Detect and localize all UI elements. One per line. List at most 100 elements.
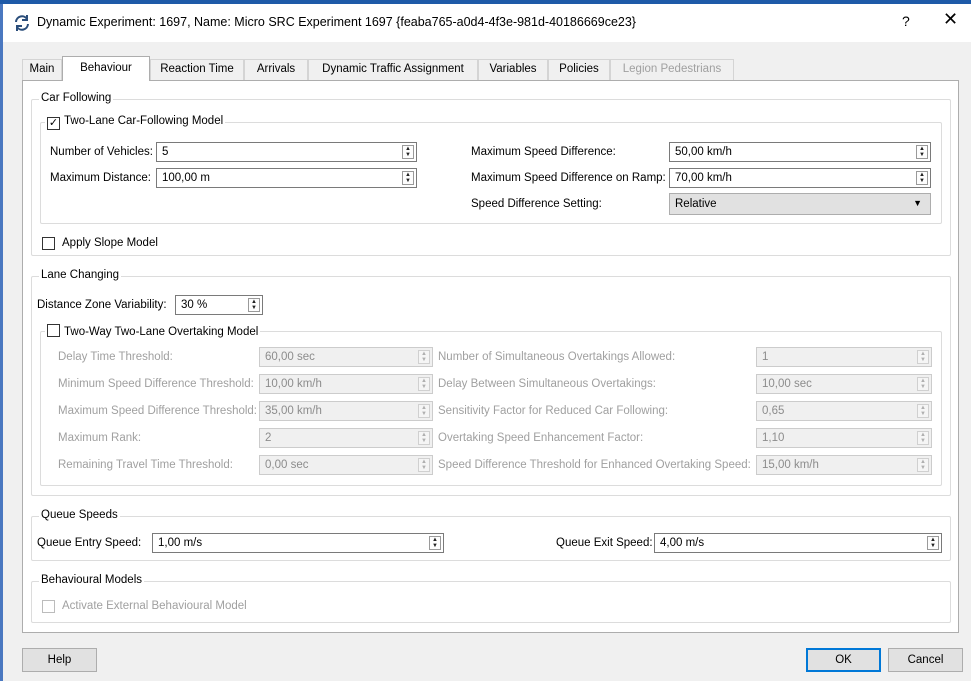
activate-external-model-label: Activate External Behavioural Model [62, 600, 247, 612]
max-distance-value: 100,00 m [162, 172, 210, 184]
overtaking-model-label: Two-Way Two-Lane Overtaking Model [64, 326, 259, 338]
max-speed-diff-ramp-value: 70,00 km/h [675, 172, 732, 184]
tab-reaction-time[interactable]: Reaction Time [150, 59, 244, 80]
tab-legion-pedestrians[interactable]: Legion Pedestrians [610, 59, 734, 80]
num-vehicles-spinbox[interactable]: 5 ▲ ▼ [156, 142, 417, 162]
spin-arrows-icon[interactable]: ▲ ▼ [418, 377, 430, 391]
num-vehicles-value: 5 [162, 146, 169, 158]
max-rank-spinbox[interactable]: 2 ▲ ▼ [259, 428, 433, 448]
spin-arrows-icon[interactable]: ▲ ▼ [916, 171, 928, 185]
distance-zone-variability-value: 30 % [181, 299, 208, 311]
spin-arrows-icon[interactable]: ▲ ▼ [917, 350, 929, 364]
lane-changing-title: Lane Changing [39, 269, 122, 281]
tab-main[interactable]: Main [22, 59, 62, 80]
window-left-border [0, 4, 3, 681]
spin-arrows-icon[interactable]: ▲ ▼ [917, 377, 929, 391]
two-lane-model-group: ✓ Two-Lane Car-Following Model Number of … [40, 115, 942, 224]
speed-diff-setting-label: Speed Difference Setting: [471, 198, 602, 210]
help-question-button[interactable]: ? [902, 13, 910, 29]
distance-zone-variability-label: Distance Zone Variability: [37, 299, 167, 311]
queue-speeds-group: Queue Speeds Queue Entry Speed: 1,00 m/s… [31, 509, 951, 561]
max-distance-label: Maximum Distance: [50, 172, 151, 184]
queue-speeds-title: Queue Speeds [39, 509, 120, 521]
spin-arrows-icon[interactable]: ▲ ▼ [402, 145, 414, 159]
tab-dynamic-traffic-assignment[interactable]: Dynamic Traffic Assignment [308, 59, 478, 80]
overtaking-model-group: Two-Way Two-Lane Overtaking Model Delay … [40, 324, 942, 486]
window-title: Dynamic Experiment: 1697, Name: Micro SR… [37, 15, 636, 29]
delay-time-threshold-value: 60,00 sec [265, 351, 315, 363]
activate-external-model-checkbox[interactable] [42, 600, 55, 613]
max-speed-diff-ramp-label: Maximum Speed Difference on Ramp: [471, 172, 666, 184]
delay-between-overtakings-spinbox[interactable]: 10,00 sec ▲ ▼ [756, 374, 932, 394]
spin-arrows-icon[interactable]: ▲ ▼ [927, 536, 939, 550]
remaining-travel-time-spinbox[interactable]: 0,00 sec ▲ ▼ [259, 455, 433, 475]
close-window-button[interactable]: ✕ [943, 10, 958, 28]
ok-button[interactable]: OK [806, 648, 881, 672]
behavioural-models-title: Behavioural Models [39, 574, 145, 586]
two-lane-model-title: ✓ Two-Lane Car-Following Model [45, 115, 226, 130]
enhanced-overtaking-speed-threshold-value: 15,00 km/h [762, 459, 819, 471]
queue-entry-speed-label: Queue Entry Speed: [37, 537, 142, 549]
lane-changing-group: Lane Changing Distance Zone Variability:… [31, 269, 951, 496]
cancel-button[interactable]: Cancel [888, 648, 963, 672]
speed-diff-setting-dropdown[interactable]: Relative ▼ [669, 193, 931, 215]
simultaneous-overtakings-spinbox[interactable]: 1 ▲ ▼ [756, 347, 932, 367]
max-rank-value: 2 [265, 432, 272, 444]
max-speed-diff-ramp-spinbox[interactable]: 70,00 km/h ▲ ▼ [669, 168, 931, 188]
tab-behaviour[interactable]: Behaviour [62, 56, 150, 81]
speed-diff-setting-value: Relative [675, 198, 717, 210]
sensitivity-factor-label: Sensitivity Factor for Reduced Car Follo… [438, 405, 669, 417]
spin-arrows-icon[interactable]: ▲ ▼ [418, 404, 430, 418]
title-bar: Dynamic Experiment: 1697, Name: Micro SR… [3, 4, 971, 42]
car-following-title: Car Following [39, 92, 114, 104]
max-speed-diff-value: 50,00 km/h [675, 146, 732, 158]
spin-arrows-icon[interactable]: ▲ ▼ [917, 458, 929, 472]
queue-entry-speed-spinbox[interactable]: 1,00 m/s ▲ ▼ [152, 533, 444, 553]
overtaking-speed-enhancement-value: 1,10 [762, 432, 785, 444]
overtaking-speed-enhancement-spinbox[interactable]: 1,10 ▲ ▼ [756, 428, 932, 448]
max-speed-diff-threshold-spinbox[interactable]: 35,00 km/h ▲ ▼ [259, 401, 433, 421]
delay-time-threshold-spinbox[interactable]: 60,00 sec ▲ ▼ [259, 347, 433, 367]
two-lane-model-checkbox[interactable]: ✓ [47, 117, 60, 130]
max-distance-spinbox[interactable]: 100,00 m ▲ ▼ [156, 168, 417, 188]
max-speed-diff-threshold-label: Maximum Speed Difference Threshold: [58, 405, 258, 417]
spin-arrows-icon[interactable]: ▲ ▼ [429, 536, 441, 550]
simultaneous-overtakings-label: Number of Simultaneous Overtakings Allow… [438, 351, 676, 363]
tab-arrivals[interactable]: Arrivals [244, 59, 308, 80]
behavioural-models-group: Behavioural Models Activate External Beh… [31, 574, 951, 623]
help-button[interactable]: Help [22, 648, 97, 672]
car-following-group: Car Following ✓ Two-Lane Car-Following Mo… [31, 92, 951, 256]
spin-arrows-icon[interactable]: ▲ ▼ [917, 431, 929, 445]
max-rank-label: Maximum Rank: [58, 432, 142, 444]
num-vehicles-label: Number of Vehicles: [50, 146, 153, 158]
refresh-arrows-icon [15, 15, 29, 31]
distance-zone-variability-spinbox[interactable]: 30 % ▲ ▼ [175, 295, 263, 315]
min-speed-diff-threshold-value: 10,00 km/h [265, 378, 322, 390]
min-speed-diff-threshold-spinbox[interactable]: 10,00 km/h ▲ ▼ [259, 374, 433, 394]
sensitivity-factor-value: 0,65 [762, 405, 785, 417]
spin-arrows-icon[interactable]: ▲ ▼ [418, 458, 430, 472]
queue-exit-speed-label: Queue Exit Speed: [556, 537, 653, 549]
enhanced-overtaking-speed-threshold-spinbox[interactable]: 15,00 km/h ▲ ▼ [756, 455, 932, 475]
enhanced-overtaking-speed-threshold-label: Speed Difference Threshold for Enhanced … [438, 459, 751, 471]
max-speed-diff-label: Maximum Speed Difference: [471, 146, 616, 158]
spin-arrows-icon[interactable]: ▲ ▼ [402, 171, 414, 185]
apply-slope-model-checkbox[interactable] [42, 237, 55, 250]
apply-slope-model-label: Apply Slope Model [62, 237, 158, 249]
two-lane-model-label: Two-Lane Car-Following Model [64, 115, 224, 127]
spin-arrows-icon[interactable]: ▲ ▼ [418, 350, 430, 364]
tab-variables[interactable]: Variables [478, 59, 548, 80]
spin-arrows-icon[interactable]: ▲ ▼ [248, 298, 260, 312]
delay-between-overtakings-value: 10,00 sec [762, 378, 812, 390]
max-speed-diff-spinbox[interactable]: 50,00 km/h ▲ ▼ [669, 142, 931, 162]
spin-arrows-icon[interactable]: ▲ ▼ [418, 431, 430, 445]
spin-arrows-icon[interactable]: ▲ ▼ [916, 145, 928, 159]
sensitivity-factor-spinbox[interactable]: 0,65 ▲ ▼ [756, 401, 932, 421]
tab-policies[interactable]: Policies [548, 59, 610, 80]
delay-time-threshold-label: Delay Time Threshold: [58, 351, 173, 363]
queue-exit-speed-spinbox[interactable]: 4,00 m/s ▲ ▼ [654, 533, 942, 553]
overtaking-speed-enhancement-label: Overtaking Speed Enhancement Factor: [438, 432, 644, 444]
overtaking-model-checkbox[interactable] [47, 324, 60, 337]
spin-arrows-icon[interactable]: ▲ ▼ [917, 404, 929, 418]
behaviour-tab-pane: Car Following ✓ Two-Lane Car-Following Mo… [22, 80, 959, 633]
